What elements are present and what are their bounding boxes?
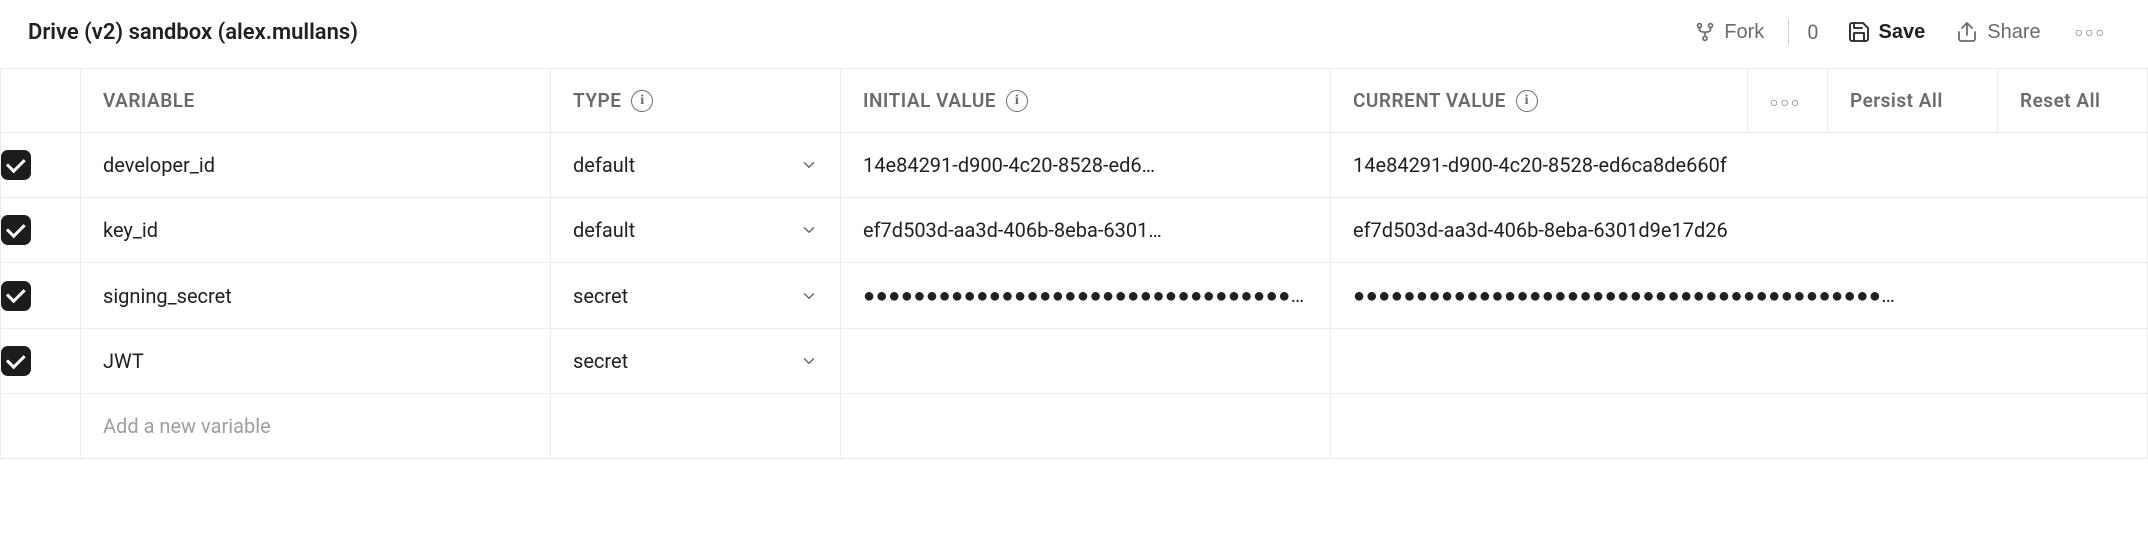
share-label: Share: [1987, 21, 2040, 44]
current-value: ●●●●●●●●●●●●●●●●●●●●●●●●●●●●●●●●●●●●●●●●…: [1353, 283, 1895, 307]
variable-name: JWT: [103, 349, 144, 373]
table-header-row: VARIABLE TYPE i INITIAL VALUE i CURRENT …: [1, 69, 2148, 133]
header-checkbox-col: [1, 69, 81, 133]
environment-title: Drive (v2) sandbox (alex.mullans): [28, 20, 358, 45]
info-icon[interactable]: i: [631, 90, 653, 112]
share-button[interactable]: Share: [1945, 14, 2050, 50]
row-checkbox[interactable]: [1, 281, 31, 311]
variable-name-cell[interactable]: developer_id: [81, 133, 551, 198]
save-icon: [1847, 20, 1871, 44]
type-cell[interactable]: default: [551, 198, 841, 263]
initial-value: 14e84291-d900-4c20-8528-ed6…: [863, 153, 1155, 177]
header-initial-value: INITIAL VALUE i: [841, 69, 1331, 133]
add-variable-cell[interactable]: Add a new variable: [81, 394, 551, 459]
row-checkbox[interactable]: [1, 346, 31, 376]
more-icon: ○○○: [1770, 95, 1801, 111]
initial-value-cell[interactable]: ef7d503d-aa3d-406b-8eba-6301…: [841, 198, 1331, 263]
header-variable: VARIABLE: [81, 69, 551, 133]
more-icon: ○○○: [2075, 24, 2106, 40]
variable-name: signing_secret: [103, 284, 232, 308]
chevron-down-icon: [800, 352, 818, 370]
header-actions: Fork 0 Save Share ○○○: [1684, 14, 2120, 50]
current-value: ef7d503d-aa3d-406b-8eba-6301d9e17d26: [1353, 218, 1728, 242]
empty-type-cell[interactable]: [551, 394, 841, 459]
initial-value-cell[interactable]: [841, 329, 1331, 394]
current-value-cell[interactable]: ●●●●●●●●●●●●●●●●●●●●●●●●●●●●●●●●●●●●●●●●…: [1331, 263, 2148, 329]
topbar: Drive (v2) sandbox (alex.mullans) Fork 0…: [0, 0, 2148, 68]
initial-value: ●●●●●●●●●●●●●●●●●●●●●●●●●●●●●●●●●●…: [863, 283, 1305, 307]
table-row: JWT secret: [1, 329, 2148, 394]
current-value-cell[interactable]: 14e84291-d900-4c20-8528-ed6ca8de660f: [1331, 133, 2148, 198]
variable-name-cell[interactable]: JWT: [81, 329, 551, 394]
add-variable-placeholder: Add a new variable: [103, 414, 271, 438]
header-initial-label: INITIAL VALUE: [863, 89, 996, 112]
chevron-down-icon: [800, 287, 818, 305]
share-icon: [1955, 20, 1979, 44]
info-icon[interactable]: i: [1516, 90, 1538, 112]
fork-count: 0: [1803, 20, 1826, 44]
row-checkbox[interactable]: [1, 215, 31, 245]
save-label: Save: [1879, 21, 1926, 44]
initial-value-cell[interactable]: ●●●●●●●●●●●●●●●●●●●●●●●●●●●●●●●●●●…: [841, 263, 1331, 329]
header-current-label: CURRENT VALUE: [1353, 89, 1506, 112]
current-value-cell[interactable]: [1331, 329, 2148, 394]
type-value: secret: [573, 349, 628, 373]
type-cell[interactable]: default: [551, 133, 841, 198]
type-cell[interactable]: secret: [551, 263, 841, 329]
header-type: TYPE i: [551, 69, 841, 133]
empty-checkbox-cell: [1, 394, 81, 459]
empty-initial-cell[interactable]: [841, 394, 1331, 459]
type-value: default: [573, 218, 635, 242]
new-variable-row: Add a new variable: [1, 394, 2148, 459]
header-variable-label: VARIABLE: [103, 89, 195, 112]
persist-all-button[interactable]: Persist All: [1828, 69, 1998, 133]
header-type-label: TYPE: [573, 89, 621, 112]
reset-all-label: Reset All: [2020, 89, 2100, 112]
table-row: developer_id default 14e84291-d900-4c20-…: [1, 133, 2148, 198]
row-checkbox[interactable]: [1, 150, 31, 180]
type-cell[interactable]: secret: [551, 329, 841, 394]
variable-name-cell[interactable]: key_id: [81, 198, 551, 263]
table-row: signing_secret secret ●●●●●●●●●●●●●●●●●●…: [1, 263, 2148, 329]
table-row: key_id default ef7d503d-aa3d-406b-8eba-6…: [1, 198, 2148, 263]
initial-value-cell[interactable]: 14e84291-d900-4c20-8528-ed6…: [841, 133, 1331, 198]
chevron-down-icon: [800, 156, 818, 174]
chevron-down-icon: [800, 221, 818, 239]
reset-all-button[interactable]: Reset All: [1998, 69, 2148, 133]
initial-value: ef7d503d-aa3d-406b-8eba-6301…: [863, 218, 1162, 242]
type-value: default: [573, 153, 635, 177]
type-value: secret: [573, 284, 628, 308]
fork-label: Fork: [1724, 21, 1764, 44]
persist-all-label: Persist All: [1850, 89, 1943, 112]
save-button[interactable]: Save: [1837, 14, 1936, 50]
header-current-value: CURRENT VALUE i: [1331, 69, 1748, 133]
variable-name-cell[interactable]: signing_secret: [81, 263, 551, 329]
variable-name: key_id: [103, 218, 158, 242]
header-more-button[interactable]: ○○○: [2061, 18, 2120, 46]
fork-button[interactable]: Fork: [1684, 15, 1774, 50]
empty-current-cell[interactable]: [1331, 394, 2148, 459]
info-icon[interactable]: i: [1006, 90, 1028, 112]
current-value: 14e84291-d900-4c20-8528-ed6ca8de660f: [1353, 153, 1727, 177]
variables-table: VARIABLE TYPE i INITIAL VALUE i CURRENT …: [0, 68, 2148, 459]
current-value-cell[interactable]: ef7d503d-aa3d-406b-8eba-6301d9e17d26: [1331, 198, 2148, 263]
variable-name: developer_id: [103, 153, 215, 177]
fork-icon: [1694, 21, 1716, 43]
column-options-button[interactable]: ○○○: [1748, 69, 1828, 133]
divider: [1788, 19, 1789, 45]
